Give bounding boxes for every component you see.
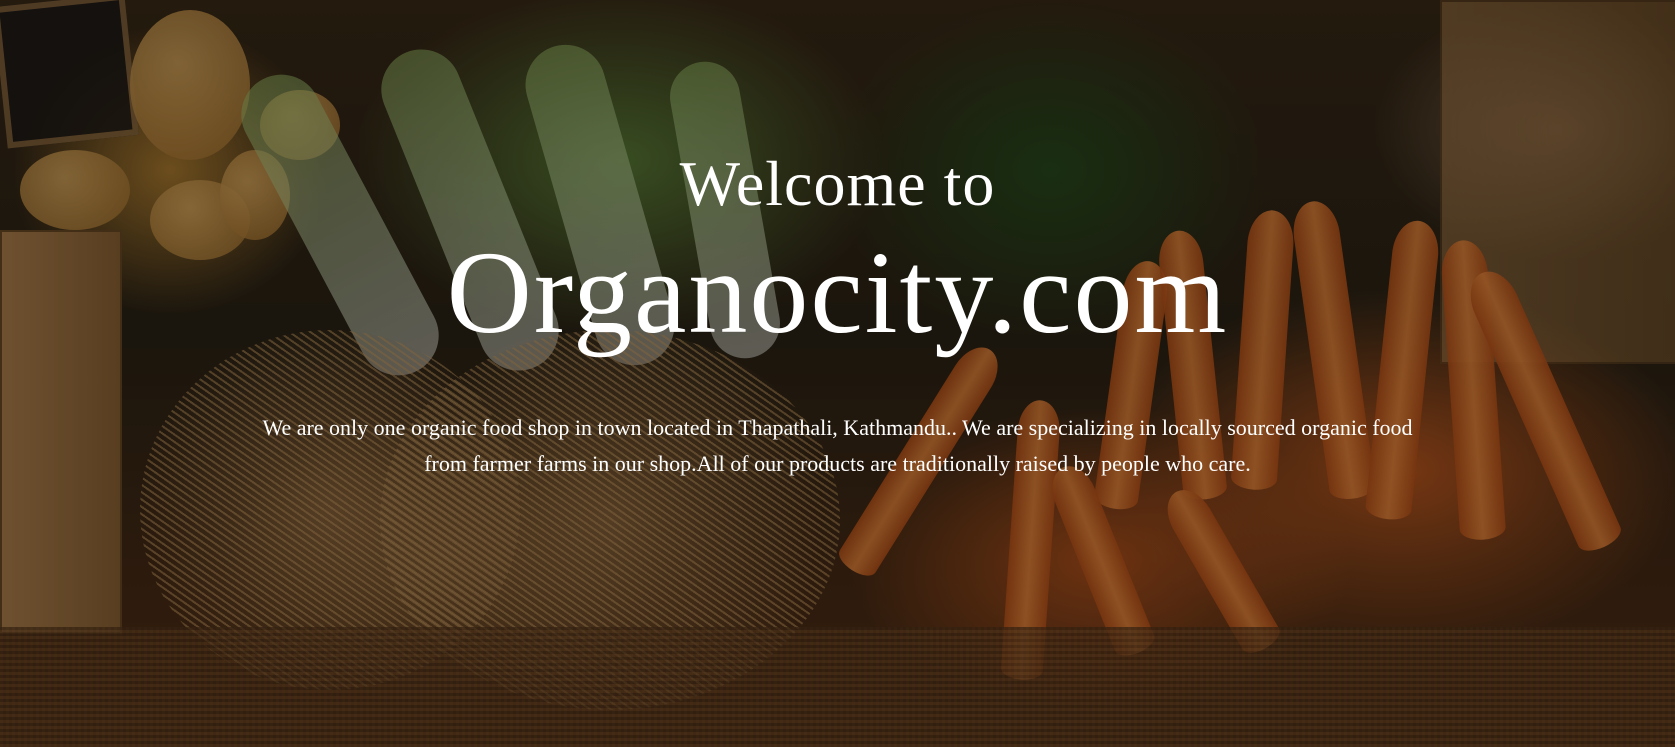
brand-title: Organocity.com [446, 227, 1229, 358]
shop-description: We are only one organic food shop in tow… [262, 415, 1413, 476]
welcome-heading: Welcome to [679, 148, 996, 219]
hero-content: Welcome to Organocity.com We are only on… [0, 0, 1675, 747]
hero-section: Welcome to Organocity.com We are only on… [0, 0, 1675, 747]
